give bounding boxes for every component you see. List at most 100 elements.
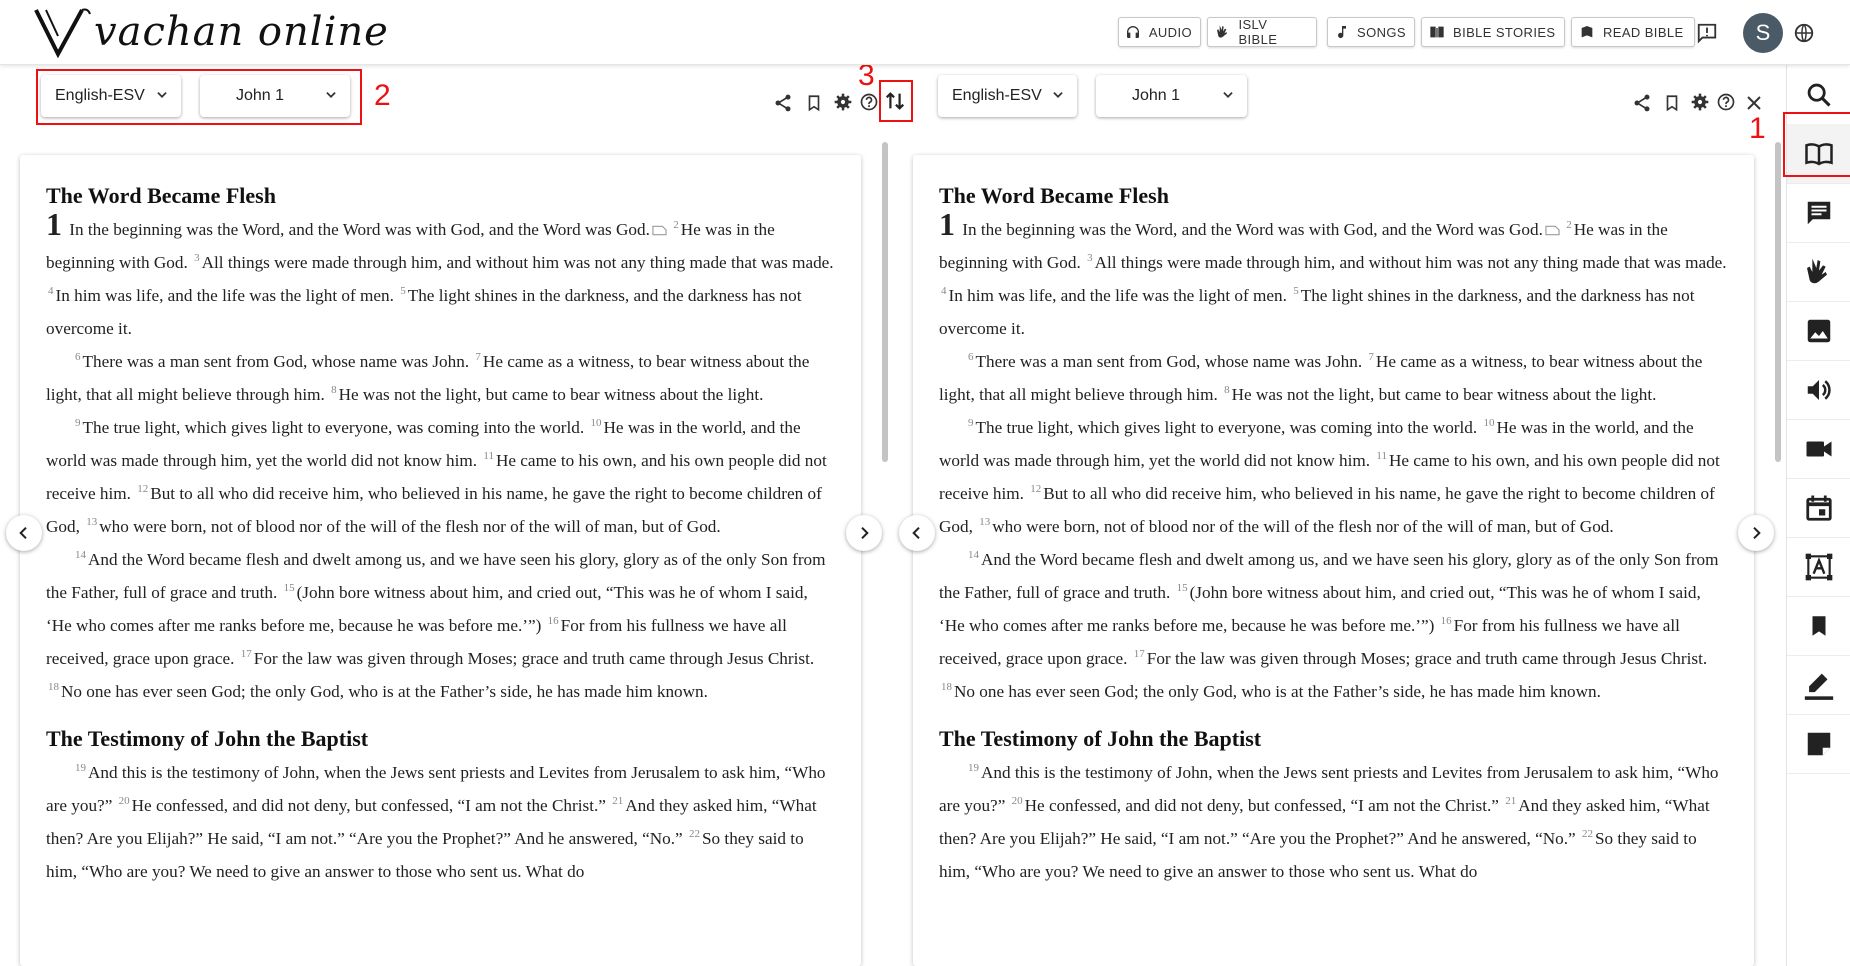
left-chapter-select[interactable]: John 1 xyxy=(200,75,350,117)
previous-chapter-button[interactable] xyxy=(899,515,935,551)
highlight-icon xyxy=(1804,673,1834,700)
video-button[interactable] xyxy=(1787,419,1850,479)
verse-text[interactable]: He was not the light, but came to bear w… xyxy=(339,385,764,404)
verse-text[interactable]: All things were made through him, and wi… xyxy=(202,253,834,272)
close-pane-icon[interactable] xyxy=(1743,92,1765,114)
verse-number: 3 xyxy=(194,252,200,265)
share-icon[interactable] xyxy=(772,92,794,114)
right-chapter-value: John 1 xyxy=(1132,87,1181,104)
read-bible-button[interactable]: READ BIBLE xyxy=(1571,17,1695,47)
right-scrollbar[interactable] xyxy=(1775,142,1781,462)
right-chapter-select[interactable]: John 1 xyxy=(1096,75,1247,117)
feedback-icon[interactable] xyxy=(1694,20,1720,46)
verse-text[interactable]: No one has ever seen God; the only God, … xyxy=(954,682,1601,701)
verse-text[interactable]: For the law was given through Moses; gra… xyxy=(1147,649,1707,668)
commentary-button[interactable] xyxy=(1787,183,1850,243)
notes-button[interactable] xyxy=(1787,714,1850,774)
settings-gear-icon[interactable] xyxy=(832,91,854,113)
section-heading: The Testimony of John the Baptist xyxy=(939,726,1262,751)
paragraph: 9 The true light, which gives light to ev… xyxy=(46,411,835,543)
avatar-letter: S xyxy=(1755,20,1771,45)
verse-text[interactable]: who were born, not of blood nor of the w… xyxy=(992,517,1614,536)
parallel-scroll-toggle-icon[interactable] xyxy=(884,90,906,112)
verse-text[interactable]: In him was life, and the life was the li… xyxy=(56,286,394,305)
annotation-box-1 xyxy=(1783,112,1850,177)
left-bible-text-panel: The Word Became Flesh 1 In the beginning… xyxy=(20,155,861,966)
chevron-down-icon xyxy=(157,92,167,98)
verse-text[interactable]: who were born, not of blood nor of the w… xyxy=(99,517,721,536)
logo[interactable]: vachan online xyxy=(32,6,389,58)
paragraph: 1 In the beginning was the Word, and the… xyxy=(939,208,1728,345)
avatar[interactable]: S xyxy=(1743,13,1783,53)
right-version-select[interactable]: English-ESV xyxy=(938,75,1077,117)
language-globe-icon[interactable] xyxy=(1791,20,1817,46)
section-heading: The Testimony of John the Baptist xyxy=(46,726,369,751)
verse-text[interactable]: He was not the light, but came to bear w… xyxy=(1232,385,1657,404)
next-chapter-button[interactable] xyxy=(1738,515,1774,551)
verse-number: 20 xyxy=(1011,795,1023,808)
previous-chapter-button[interactable] xyxy=(6,515,42,551)
verse-number: 13 xyxy=(86,516,98,529)
section-heading: The Word Became Flesh xyxy=(46,183,276,208)
verse-text[interactable]: There was a man sent from God, whose nam… xyxy=(83,352,470,371)
comment-icon xyxy=(1807,201,1831,224)
sign-language-button[interactable] xyxy=(1787,242,1850,302)
right-pane-toolbar: English-ESV John 1 xyxy=(918,65,1786,129)
audio-icon xyxy=(1807,379,1831,400)
verse-text[interactable]: There was a man sent from God, whose nam… xyxy=(976,352,1363,371)
help-icon[interactable] xyxy=(1715,91,1737,113)
left-scrollbar[interactable] xyxy=(882,142,888,462)
verse-text[interactable]: The true light, which gives light to eve… xyxy=(976,418,1478,437)
dictionary-button[interactable] xyxy=(1787,537,1850,597)
verse-number: 15 xyxy=(283,582,295,595)
book-stories-icon xyxy=(1428,23,1446,41)
left-chapter-value: John 1 xyxy=(236,87,285,104)
footnote-icon[interactable] xyxy=(1545,224,1560,236)
verse-number: 19 xyxy=(968,762,979,775)
verse-number: 17 xyxy=(240,648,252,661)
verse-text[interactable]: The true light, which gives light to eve… xyxy=(83,418,585,437)
verse-text[interactable]: In him was life, and the life was the li… xyxy=(949,286,1287,305)
right-passage: The Word Became Flesh 1 In the beginning… xyxy=(913,155,1754,888)
verse-number: 3 xyxy=(1087,252,1093,265)
audio-bible-button[interactable] xyxy=(1787,360,1850,420)
headphones-icon xyxy=(1125,23,1142,41)
next-chapter-button[interactable] xyxy=(846,515,882,551)
reading-plan-button[interactable] xyxy=(1787,478,1850,538)
verse-number: 22 xyxy=(688,828,700,841)
verse-number: 15 xyxy=(1176,582,1188,595)
bookmarks-button[interactable] xyxy=(1787,596,1850,656)
left-version-select[interactable]: English-ESV xyxy=(41,75,181,117)
verse-number: 12 xyxy=(1030,483,1042,496)
footnote-icon[interactable] xyxy=(652,224,667,236)
verse-text[interactable]: In the beginning was the Word, and the W… xyxy=(69,220,650,239)
verse-text[interactable]: For the law was given through Moses; gra… xyxy=(254,649,814,668)
verse-number: 7 xyxy=(475,351,481,364)
paragraph: 14 And the Word became flesh and dwelt am… xyxy=(46,543,835,708)
verse-text[interactable]: All things were made through him, and wi… xyxy=(1095,253,1727,272)
verse-text[interactable]: In the beginning was the Word, and the W… xyxy=(962,220,1543,239)
songs-button[interactable]: SONGS xyxy=(1327,17,1415,47)
bookmark-icon[interactable] xyxy=(1661,92,1683,114)
section-heading: The Word Became Flesh xyxy=(939,183,1169,208)
top-header: vachan online AUDIO ISLV BIBLE SONGS BIB… xyxy=(0,0,1850,65)
verse-number: 13 xyxy=(979,516,991,529)
share-icon[interactable] xyxy=(1631,92,1653,114)
verse-text[interactable]: He confessed, and did not deny, but conf… xyxy=(1025,796,1499,815)
highlights-button[interactable] xyxy=(1787,655,1850,715)
audio-button[interactable]: AUDIO xyxy=(1118,17,1201,47)
calendar-icon xyxy=(1806,495,1832,521)
verse-number: 7 xyxy=(1368,351,1374,364)
chevron-down-icon xyxy=(1053,92,1063,98)
verse-text[interactable]: No one has ever seen God; the only God, … xyxy=(61,682,708,701)
images-button[interactable] xyxy=(1787,301,1850,361)
verse-text[interactable]: He confessed, and did not deny, but conf… xyxy=(132,796,606,815)
settings-gear-icon[interactable] xyxy=(1689,91,1711,113)
bible-stories-button[interactable]: BIBLE STORIES xyxy=(1421,17,1565,47)
islv-bible-button[interactable]: ISLV BIBLE xyxy=(1207,17,1317,47)
help-icon[interactable] xyxy=(858,91,880,113)
chevron-left-icon xyxy=(19,526,27,540)
bookmark-icon[interactable] xyxy=(803,92,825,114)
verse-number: 19 xyxy=(75,762,86,775)
verse-number: 2 xyxy=(673,219,679,232)
